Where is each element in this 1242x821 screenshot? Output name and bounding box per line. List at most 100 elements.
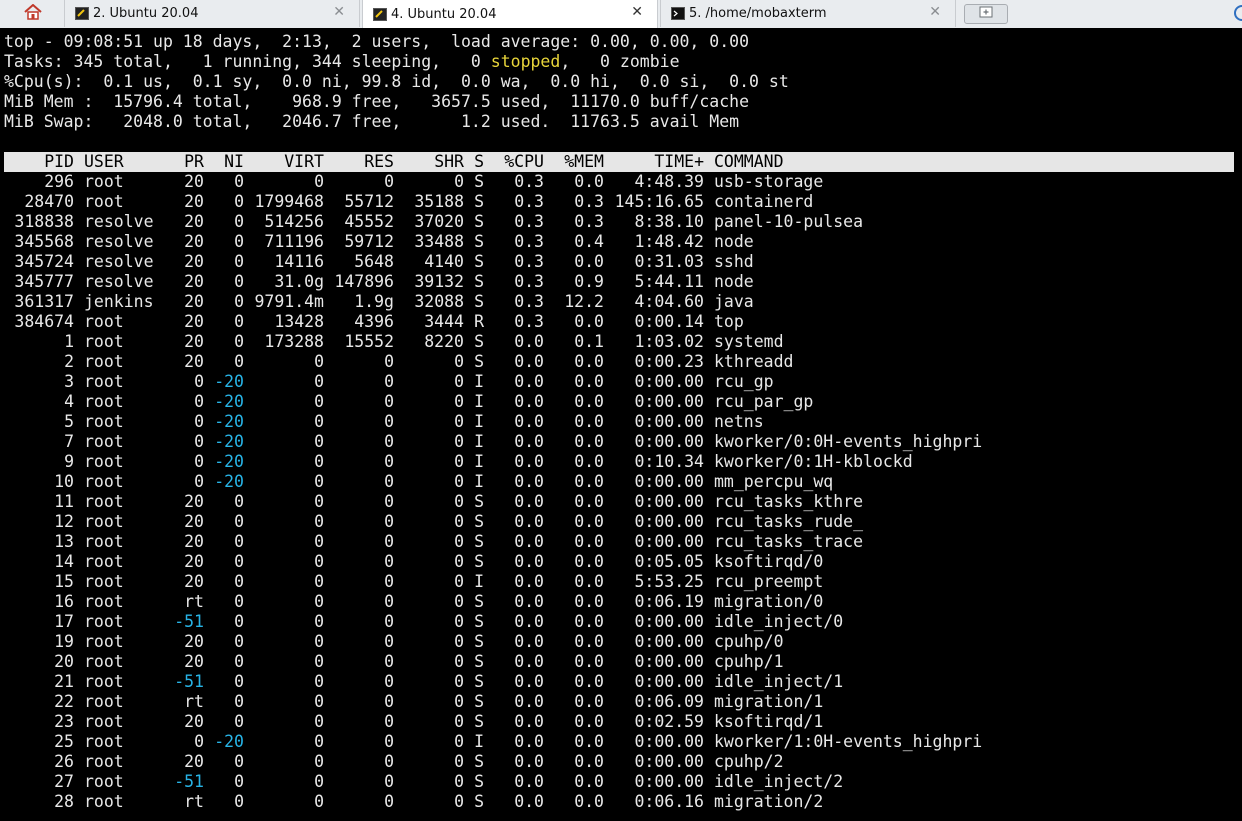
cell-pid: 17	[54, 612, 74, 631]
cell-priority: 20	[184, 512, 204, 531]
cell-time: 0:00.00	[634, 392, 704, 411]
process-row: 10 root 0 -20 0 0 0 I 0.0 0.0 0:00.00 mm_percpu_wq	[4, 472, 833, 492]
cell-mem: 0.0	[574, 752, 604, 771]
cell-time: 5:53.25	[634, 572, 704, 591]
cell-res: 0	[384, 412, 394, 431]
process-row: 15 root 20 0 0 0 0 I 0.0 0.0 5:53.25 rcu_preempt	[4, 572, 823, 592]
col-command: COMMAND	[714, 152, 784, 171]
cell-cpu: 0.0	[514, 392, 544, 411]
cell-command: idle_inject/0	[714, 612, 844, 631]
cell-virt: 711196	[264, 232, 324, 251]
cell-command: systemd	[714, 332, 784, 351]
cell-cpu: 0.0	[514, 632, 544, 651]
tab-ubuntu-4[interactable]: 4. Ubuntu 20.04 ✕	[362, 0, 658, 28]
cell-virt: 9791.4m	[254, 292, 324, 311]
tab-mobaxterm[interactable]: 5. /home/mobaxterm ✕	[660, 0, 956, 27]
cell-time: 0:06.09	[634, 692, 704, 711]
cell-res: 1.9g	[354, 292, 394, 311]
cell-time: 0:00.00	[634, 432, 704, 451]
settings-icon[interactable]	[1232, 4, 1242, 26]
cell-mem: 0.0	[574, 352, 604, 371]
cell-res: 0	[384, 352, 394, 371]
cell-state: S	[474, 692, 484, 711]
cell-nice: 0	[234, 292, 244, 311]
cell-pid: 361317	[14, 292, 74, 311]
cell-priority: 20	[184, 272, 204, 291]
cell-res: 0	[384, 612, 394, 631]
cell-state: S	[474, 192, 484, 211]
tab-ubuntu-2[interactable]: 2. Ubuntu 20.04 ✕	[64, 0, 360, 27]
cell-virt: 0	[314, 592, 324, 611]
cell-user: root	[84, 652, 124, 671]
cell-virt: 0	[314, 552, 324, 571]
col-user: USER	[84, 152, 124, 171]
cell-res: 0	[384, 652, 394, 671]
cell-shr: 3444	[424, 312, 464, 331]
cell-virt: 14116	[274, 252, 324, 271]
cell-state: S	[474, 792, 484, 811]
cell-state: S	[474, 232, 484, 251]
close-icon[interactable]: ✕	[631, 4, 643, 20]
cell-user: root	[84, 492, 124, 511]
close-icon[interactable]: ✕	[333, 4, 345, 20]
cell-user: root	[84, 192, 124, 211]
cell-virt: 0	[314, 372, 324, 391]
cell-shr: 0	[454, 532, 464, 551]
cell-res: 0	[384, 712, 394, 731]
cell-state: S	[474, 612, 484, 631]
new-tab-button[interactable]	[964, 4, 1008, 24]
cell-pid: 296	[44, 172, 74, 191]
cell-virt: 0	[314, 572, 324, 591]
terminal-output[interactable]: top - 09:08:51 up 18 days, 2:13, 2 users…	[0, 28, 1242, 821]
cell-user: resolve	[84, 232, 154, 251]
cell-res: 0	[384, 392, 394, 411]
close-icon[interactable]: ✕	[929, 4, 941, 20]
cell-mem: 12.2	[564, 292, 604, 311]
cell-nice: 0	[234, 592, 244, 611]
cell-cpu: 0.3	[514, 232, 544, 251]
cell-time: 5:44.11	[634, 272, 704, 291]
cell-state: I	[474, 412, 484, 431]
cell-res: 4396	[354, 312, 394, 331]
cell-virt: 31.0g	[274, 272, 324, 291]
cell-shr: 0	[454, 372, 464, 391]
cell-pid: 7	[64, 432, 74, 451]
cell-user: root	[84, 612, 124, 631]
cell-user: root	[84, 772, 124, 791]
cell-command: kthreadd	[714, 352, 794, 371]
cell-res: 0	[384, 432, 394, 451]
cell-shr: 0	[454, 512, 464, 531]
cell-virt: 0	[314, 172, 324, 191]
cell-mem: 0.0	[574, 672, 604, 691]
cell-priority: -51	[174, 672, 204, 691]
cell-state: S	[474, 552, 484, 571]
process-row: 21 root -51 0 0 0 0 S 0.0 0.0 0:00.00 idle_inject/1	[4, 672, 843, 692]
cell-res: 0	[384, 572, 394, 591]
col-cpu: %CPU	[504, 152, 544, 171]
cell-virt: 0	[314, 452, 324, 471]
home-tab[interactable]	[4, 0, 62, 27]
cell-cpu: 0.3	[514, 312, 544, 331]
cell-nice: 0	[234, 672, 244, 691]
process-row: 345777 resolve 20 0 31.0g 147896 39132 S 0.3 0.9 5…	[4, 272, 753, 292]
home-icon	[24, 3, 42, 24]
cell-shr: 0	[454, 712, 464, 731]
cell-res: 0	[384, 772, 394, 791]
cell-user: root	[84, 572, 124, 591]
col-time: TIME+	[654, 152, 704, 171]
cell-priority: 0	[194, 452, 204, 471]
cell-priority: rt	[184, 692, 204, 711]
cell-cpu: 0.0	[514, 432, 544, 451]
cell-shr: 4140	[424, 252, 464, 271]
cell-res: 45552	[344, 212, 394, 231]
cell-nice: 0	[234, 212, 244, 231]
tab-label: 2. Ubuntu 20.04	[93, 6, 199, 21]
process-row: 5 root 0 -20 0 0 0 I 0.0 0.0 0:00.00 netns	[4, 412, 764, 432]
new-tab-icon	[979, 6, 993, 22]
cell-pid: 345777	[14, 272, 74, 291]
process-row: 28470 root 20 0 1799468 55712 35188 S 0.3 0.3 145:…	[4, 192, 813, 212]
cell-pid: 28	[54, 792, 74, 811]
cell-command: kworker/1:0H-events_highpri	[714, 732, 983, 751]
cell-user: root	[84, 712, 124, 731]
cell-state: S	[474, 712, 484, 731]
